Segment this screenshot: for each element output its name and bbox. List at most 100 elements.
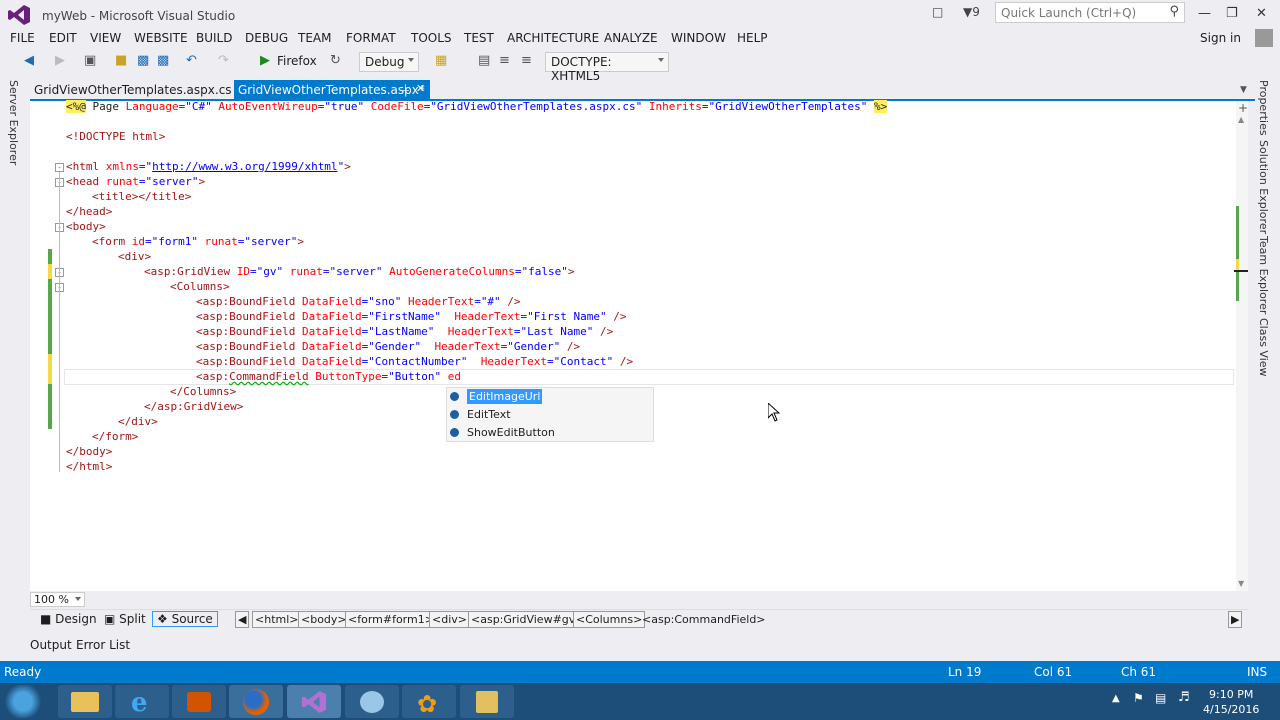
breadcrumb-div[interactable]: <div>: [429, 611, 470, 628]
tab-code-behind[interactable]: GridViewOtherTemplates.aspx.cs: [30, 80, 236, 100]
menu-tools[interactable]: TOOLS: [411, 31, 452, 45]
breadcrumb-columns[interactable]: <Columns>: [573, 611, 646, 628]
browser-link-icon[interactable]: ▦: [435, 53, 447, 68]
status-text: Ready: [4, 665, 42, 679]
split-view-button[interactable]: ▣ Split: [104, 612, 146, 626]
menu-view[interactable]: VIEW: [90, 31, 121, 45]
browser-selector[interactable]: Firefox: [277, 54, 317, 68]
file-explorer-icon[interactable]: [58, 685, 112, 718]
restore-button[interactable]: ❐: [1226, 6, 1238, 21]
menu-file[interactable]: FILE: [10, 31, 35, 45]
minimize-button[interactable]: —: [1198, 6, 1211, 21]
feedback-icon[interactable]: □: [932, 5, 943, 19]
configuration-value: Debug: [365, 55, 405, 69]
menu-debug[interactable]: DEBUG: [245, 31, 288, 45]
tools-icon[interactable]: [460, 685, 514, 718]
quick-launch-input[interactable]: Quick Launch (Ctrl+Q) ⚲: [995, 2, 1185, 23]
search-icon: ⚲: [1169, 4, 1179, 19]
menu-build[interactable]: BUILD: [196, 31, 232, 45]
design-view-button[interactable]: ■ Design: [40, 612, 97, 626]
visual-studio-taskbar-icon[interactable]: [287, 685, 341, 718]
change-marker: [48, 264, 52, 279]
tab-label: GridViewOtherTemplates.aspx.cs: [34, 83, 232, 97]
vertical-scrollbar[interactable]: + ▲ ▼: [1234, 101, 1248, 591]
internet-explorer-icon[interactable]: e: [115, 685, 169, 718]
error-list-tab[interactable]: Error List: [76, 638, 130, 652]
undo-icon[interactable]: ↶: [186, 53, 197, 68]
network-icon[interactable]: ▤: [1155, 691, 1166, 705]
close-tab-icon[interactable]: ✕: [416, 82, 425, 95]
new-project-icon[interactable]: ▣: [84, 53, 96, 68]
tab-dropdown-icon[interactable]: ▼: [1240, 85, 1247, 95]
save-all-icon[interactable]: ▩: [157, 53, 169, 68]
refresh-icon[interactable]: ↻: [330, 53, 341, 68]
redo-icon[interactable]: ↷: [218, 53, 229, 68]
breadcrumb-html[interactable]: <html>: [252, 611, 302, 628]
properties-tab[interactable]: Properties: [1257, 80, 1270, 136]
menu-test[interactable]: TEST: [464, 31, 494, 45]
zoom-level-dropdown[interactable]: 100 %: [30, 592, 85, 607]
output-tab[interactable]: Output: [30, 638, 72, 652]
sign-in-link[interactable]: Sign in: [1200, 31, 1241, 45]
mouse-pointer-icon: [768, 403, 780, 422]
indent-icon[interactable]: ≡: [521, 53, 532, 68]
class-view-tab[interactable]: Class View: [1257, 318, 1270, 377]
menu-format[interactable]: FORMAT: [346, 31, 396, 45]
breadcrumb-commandfield[interactable]: <asp:CommandField>: [639, 611, 769, 628]
menu-window[interactable]: WINDOW: [671, 31, 726, 45]
completion-item[interactable]: EditImageUrl: [447, 388, 653, 406]
back-icon[interactable]: ◀: [24, 53, 34, 68]
menu-help[interactable]: HELP: [737, 31, 768, 45]
doctype-dropdown[interactable]: DOCTYPE: XHTML5: [545, 52, 669, 83]
breadcrumb-gridview[interactable]: <asp:GridView#gv>: [468, 611, 588, 628]
code-line-22: </div>: [118, 415, 158, 428]
pin-icon[interactable]: ⊥: [401, 83, 410, 94]
breadcrumb-form[interactable]: <form#form1>: [345, 611, 437, 628]
menu-team[interactable]: TEAM: [298, 31, 331, 45]
scroll-up-icon[interactable]: ▲: [1238, 115, 1244, 124]
menu-architecture[interactable]: ARCHITECTURE: [507, 31, 599, 45]
app-flower-icon[interactable]: ✿: [402, 685, 456, 718]
chevron-down-icon: [75, 597, 81, 601]
fold-toggle[interactable]: -: [55, 163, 64, 172]
scroll-down-icon[interactable]: ▼: [1238, 579, 1244, 588]
configuration-dropdown[interactable]: Debug: [359, 52, 419, 72]
source-icon: ❖: [157, 612, 172, 626]
taskbar-clock[interactable]: 9:10 PM 4/15/2016: [1203, 687, 1259, 717]
open-file-icon[interactable]: ■: [115, 53, 127, 68]
code-line-19[interactable]: <asp:CommandField ButtonType="Button" ed: [196, 369, 461, 384]
document-outline-icon[interactable]: ▤: [478, 53, 490, 68]
completion-item[interactable]: EditText: [447, 406, 653, 424]
menu-edit[interactable]: EDIT: [49, 31, 77, 45]
code-line-20: </Columns>: [170, 385, 237, 398]
team-explorer-tab[interactable]: Team Explorer: [1257, 236, 1270, 314]
solution-explorer-tab[interactable]: Solution Explorer: [1257, 140, 1270, 234]
show-hidden-icons[interactable]: ▲: [1112, 693, 1120, 704]
standard-toolbar: ◀ ▶ ▣ ■ ▩ ▩ ↶ ↷ ▶ Firefox ↻ Debug ▦ ▤ ≡ …: [0, 50, 1280, 83]
firefox-icon[interactable]: [229, 685, 283, 718]
notifications-flag-icon[interactable]: ▼9: [963, 5, 980, 19]
tab-aspx-active[interactable]: GridViewOtherTemplates.aspx* ⊥ ✕: [234, 80, 430, 100]
code-line-24: </body>: [66, 445, 113, 458]
crumb-back-icon[interactable]: ◀: [235, 611, 249, 628]
menu-website[interactable]: WEBSITE: [134, 31, 188, 45]
action-center-flag-icon[interactable]: ⚑: [1133, 691, 1144, 705]
source-view-button[interactable]: ❖ Source: [152, 611, 218, 627]
start-button-icon[interactable]: [3, 685, 43, 718]
format-icon[interactable]: ≡: [499, 53, 510, 68]
code-line-6: <head runat="server">: [66, 175, 206, 188]
forward-icon[interactable]: ▶: [55, 53, 65, 68]
close-button[interactable]: ✕: [1256, 6, 1267, 21]
completion-item[interactable]: ShowEditButton: [447, 424, 653, 442]
volume-icon[interactable]: ♬: [1178, 690, 1190, 705]
account-icon[interactable]: [1255, 29, 1273, 47]
paint-icon[interactable]: [345, 685, 399, 718]
save-icon[interactable]: ▩: [137, 53, 149, 68]
server-explorer-tab[interactable]: Server Explorer: [7, 80, 20, 165]
split-icon[interactable]: +: [1238, 101, 1248, 115]
media-player-icon[interactable]: [172, 685, 226, 718]
start-debugging-icon[interactable]: ▶: [260, 53, 270, 68]
crumb-forward-icon[interactable]: ▶: [1228, 611, 1242, 628]
breadcrumb-body[interactable]: <body>: [298, 611, 350, 628]
menu-analyze[interactable]: ANALYZE: [604, 31, 658, 45]
